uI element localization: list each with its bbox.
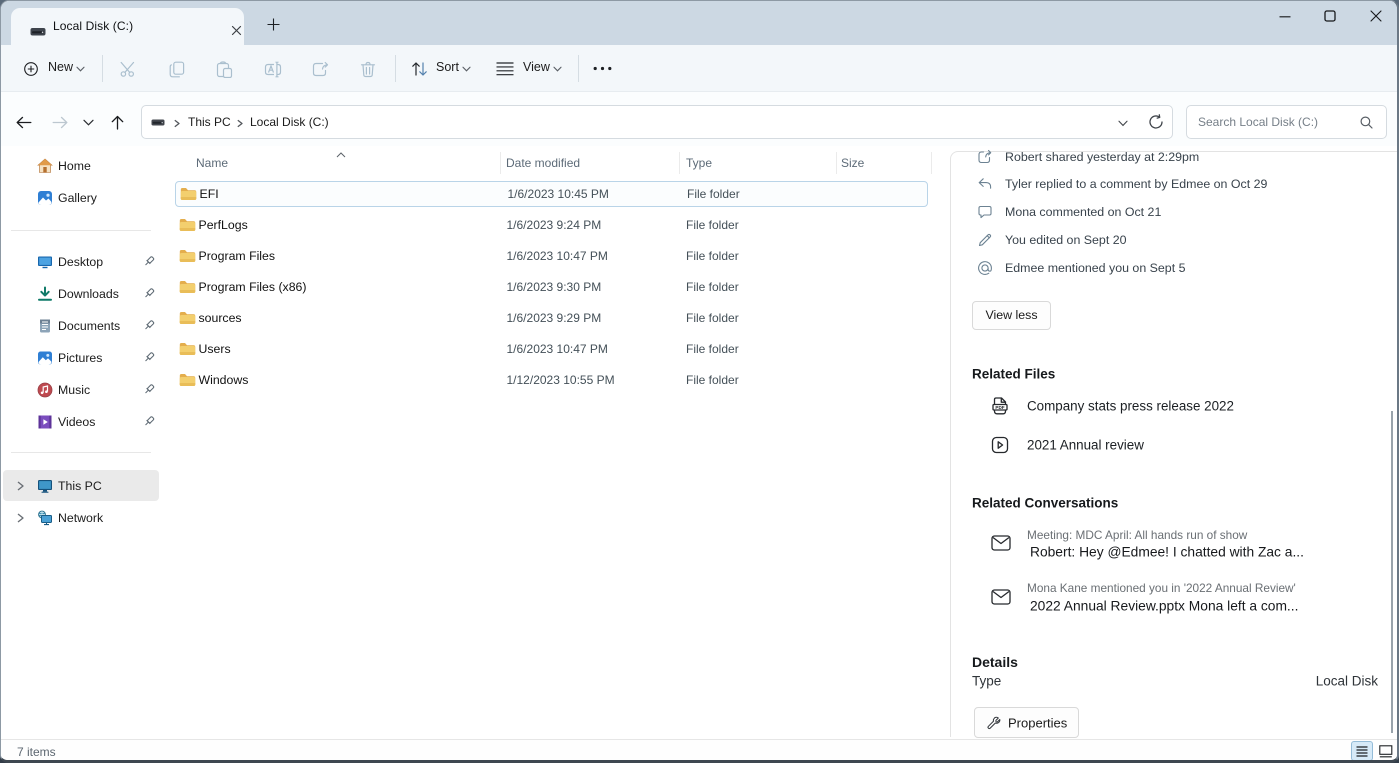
svg-text:PDF: PDF [995, 405, 1004, 410]
